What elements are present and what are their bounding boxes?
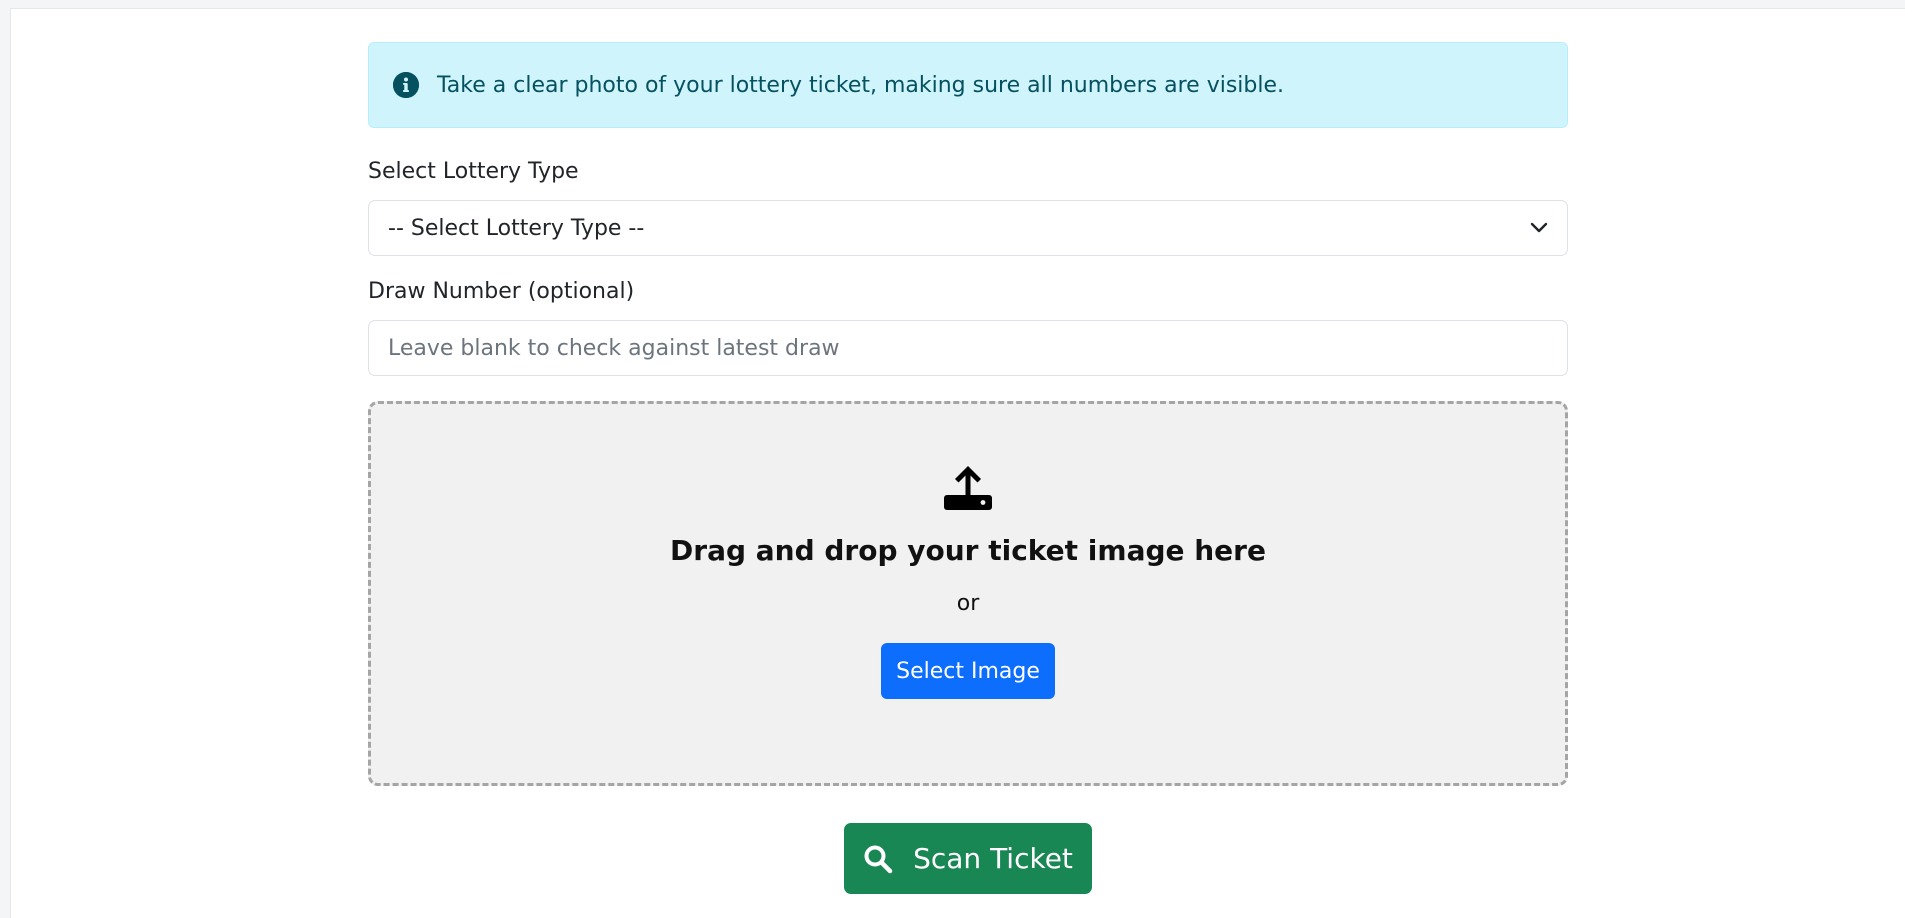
dropzone-or-text: or (956, 591, 980, 616)
scan-ticket-label: Scan Ticket (913, 842, 1073, 875)
select-image-button[interactable]: Select Image (881, 643, 1055, 699)
lottery-type-select[interactable]: -- Select Lottery Type -- (368, 200, 1568, 256)
lottery-type-selected-value: -- Select Lottery Type -- (388, 215, 645, 241)
image-dropzone[interactable]: Drag and drop your ticket image here or … (368, 401, 1568, 786)
info-alert-text: Take a clear photo of your lottery ticke… (437, 72, 1285, 98)
form-column: Take a clear photo of your lottery ticke… (368, 42, 1568, 894)
lottery-type-label: Select Lottery Type (368, 159, 579, 184)
dropzone-title: Drag and drop your ticket image here (670, 534, 1266, 567)
scan-ticket-button[interactable]: Scan Ticket (844, 823, 1092, 894)
scan-button-wrapper: Scan Ticket (368, 823, 1568, 894)
draw-number-input[interactable]: Leave blank to check against latest draw (368, 320, 1568, 376)
upload-icon (943, 462, 993, 512)
info-alert: Take a clear photo of your lottery ticke… (368, 42, 1568, 128)
main-card: Take a clear photo of your lottery ticke… (10, 8, 1905, 918)
search-icon (863, 844, 893, 874)
draw-number-label: Draw Number (optional) (368, 279, 635, 304)
draw-number-placeholder: Leave blank to check against latest draw (388, 335, 840, 361)
chevron-down-icon (1529, 218, 1549, 238)
info-circle-icon (393, 72, 419, 98)
